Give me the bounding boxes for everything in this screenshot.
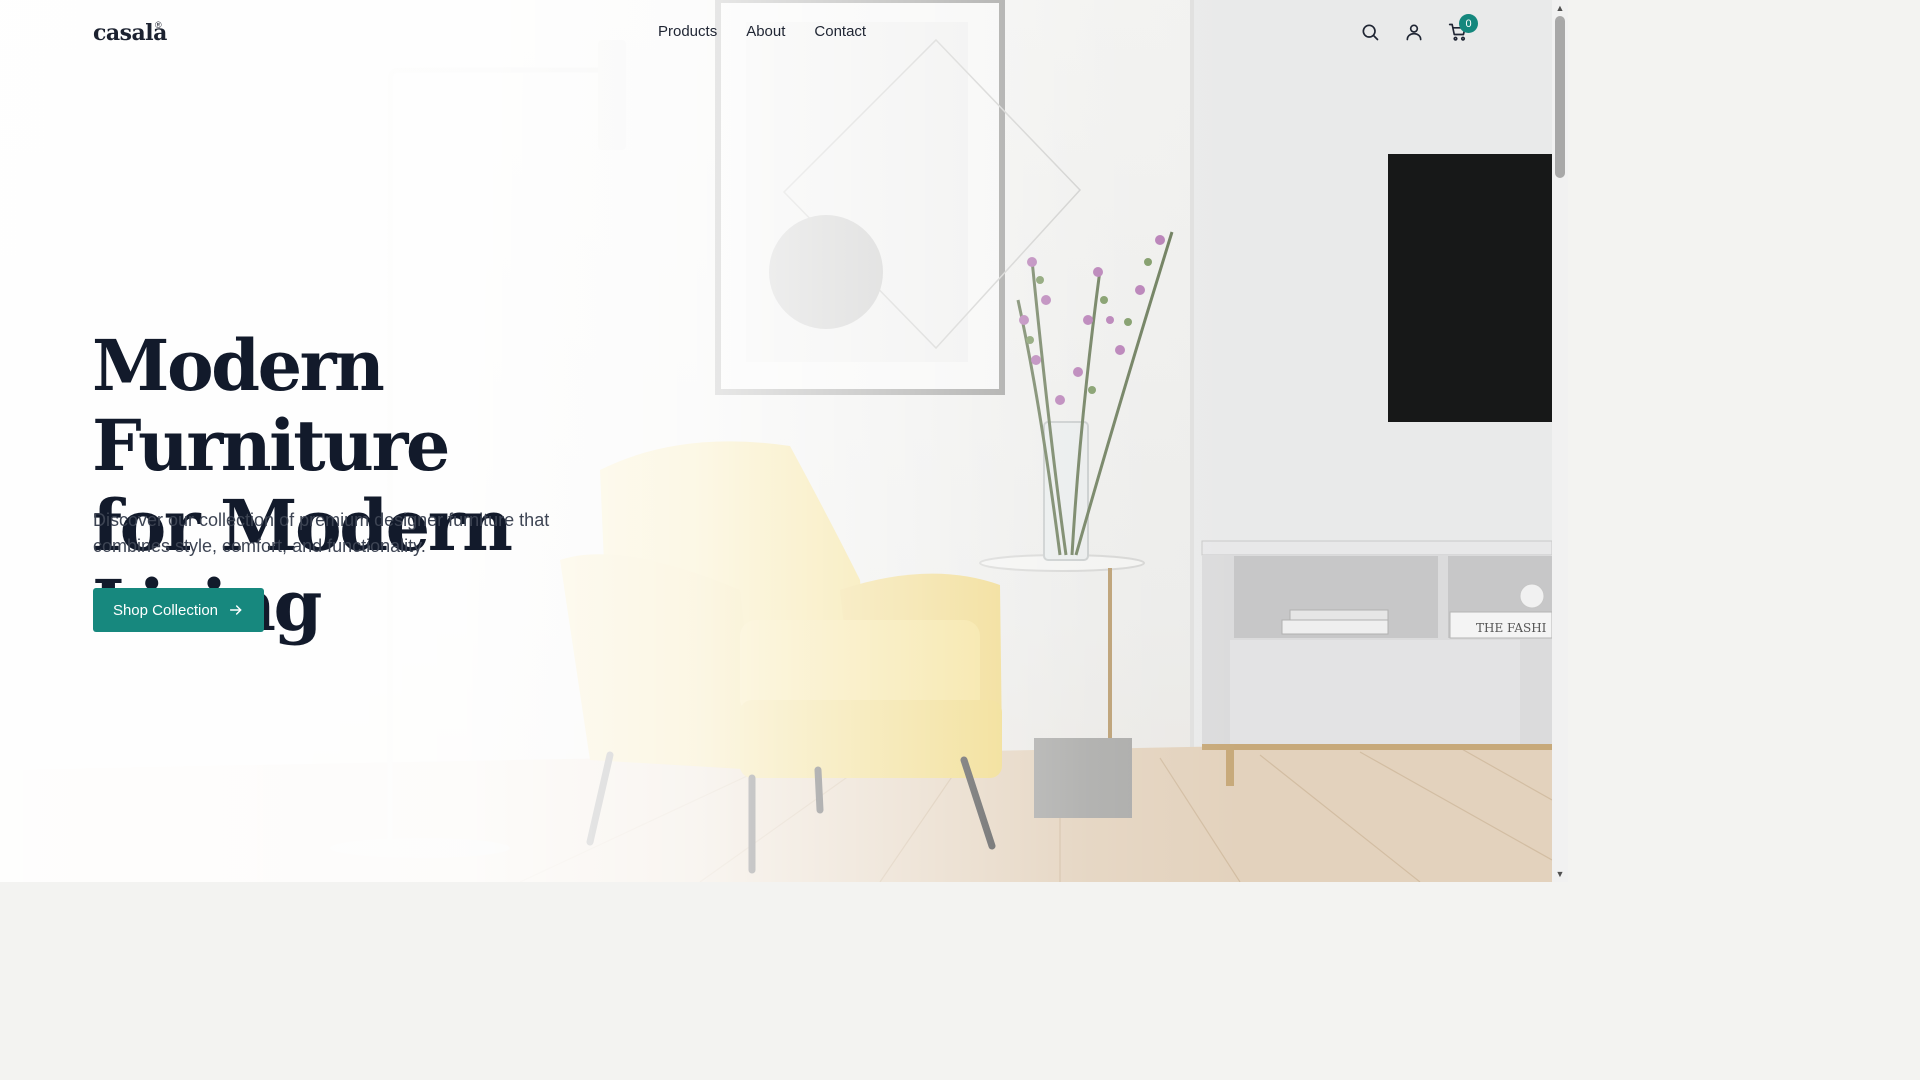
cart-count-badge: 0	[1459, 14, 1478, 33]
user-icon	[1406, 24, 1422, 41]
hero-subtitle: Discover our collection of premium desig…	[93, 510, 550, 556]
arrow-right-icon	[229, 605, 242, 615]
scroll-up-arrow-icon[interactable]: ▲	[1552, 0, 1568, 16]
main-nav: Products About Contact	[658, 23, 866, 40]
shop-collection-button[interactable]: Shop Collection	[93, 588, 264, 632]
shelf-book-text: THE FASHI	[1476, 621, 1547, 635]
nav-link-contact[interactable]: Contact	[814, 23, 866, 40]
search-icon	[1362, 24, 1379, 41]
registered-mark: ®	[155, 20, 162, 30]
scrollbar-thumb[interactable]	[1555, 16, 1565, 178]
search-button[interactable]	[1358, 20, 1382, 44]
shop-collection-label: Shop Collection	[112, 601, 219, 619]
cart-button[interactable]: 0	[1446, 14, 1478, 44]
header-actions: 0	[1358, 14, 1478, 44]
browser-viewport: THE FASHI casala ® Products About Contac…	[0, 0, 1568, 882]
account-button[interactable]	[1402, 20, 1426, 44]
hero-title-line-1: Modern Furniture	[92, 324, 450, 487]
scroll-down-arrow-icon[interactable]: ▼	[1552, 866, 1568, 882]
nav-link-products[interactable]: Products	[658, 23, 717, 40]
site-header: casala ® Products About Contact 0	[0, 0, 1552, 66]
page-scrollbar[interactable]: ▲ ▼	[1552, 0, 1568, 882]
nav-link-about[interactable]: About	[746, 23, 785, 40]
